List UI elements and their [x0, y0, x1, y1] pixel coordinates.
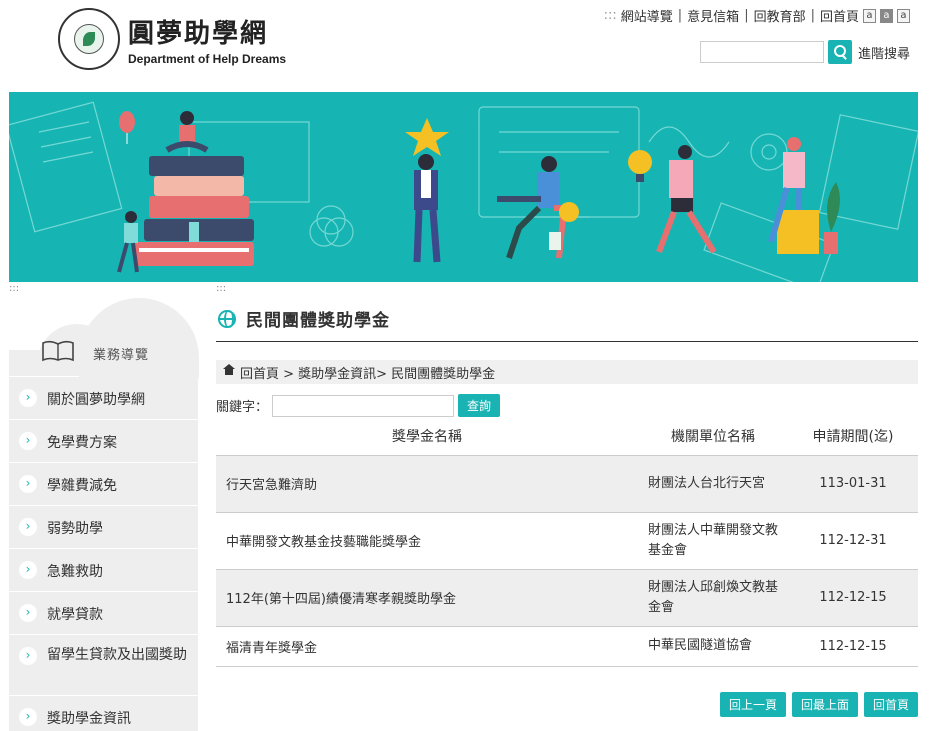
scholarship-name-link[interactable]: 行天宮急難濟助 — [216, 454, 638, 512]
chevron-right-icon: › — [19, 708, 37, 726]
table-row[interactable]: 福清青年獎學金 中華民國隧道協會 112-12-15 — [216, 625, 918, 667]
scholarship-name-link[interactable]: 福清青年獎學金 — [216, 625, 638, 667]
scholarship-name-link[interactable]: 112年(第十四屆)績優清寒孝親獎助學金 — [216, 568, 638, 626]
chevron-right-icon: › — [19, 389, 37, 407]
column-header-org: 機關單位名稱 — [671, 428, 755, 445]
chevron-right-icon: › — [19, 475, 37, 493]
sidebar-item-label: 就學貸款 — [47, 607, 103, 623]
chevron-right-icon: › — [19, 604, 37, 622]
column-header-name: 獎學金名稱 — [392, 428, 462, 445]
banner-illustration — [9, 101, 918, 282]
site-subtitle: Department of Help Dreams — [128, 51, 287, 66]
sidebar-item-about[interactable]: › 關於圓夢助學網 — [9, 376, 198, 419]
deadline-date: 113-01-31 — [788, 454, 918, 512]
sidebar-item-overseas-loans[interactable]: › 留學生貸款及出國獎助 — [9, 634, 198, 695]
org-name: 中華民國隧道協會 — [638, 625, 788, 667]
sidebar-item-scholarship-info[interactable]: › 獎助學金資訊 — [9, 695, 198, 731]
sidebar-item-label: 弱勢助學 — [47, 521, 103, 537]
home-button[interactable]: 回首頁 — [863, 692, 918, 717]
search-input[interactable] — [699, 41, 824, 63]
accesskey-left[interactable]: ::: — [9, 283, 19, 294]
home-icon[interactable] — [223, 363, 235, 377]
accesskey-main[interactable]: ::: — [216, 283, 226, 294]
keyword-search: 關鍵字： 查詢 — [216, 394, 918, 417]
main-content: 民間團體獎助學金 回首頁 > 獎助學金資訊> 民間團體獎助學金 關鍵字： 查詢 … — [216, 296, 918, 717]
deadline-date: 112-12-15 — [788, 625, 918, 667]
font-size-large[interactable]: a — [897, 8, 910, 23]
scholarship-table: 獎學金名稱 機關單位名稱 申請期間(迄) 行天宮急難濟助 財團法人台北行天宮 1… — [216, 417, 918, 667]
site-title: 圓夢助學網 — [128, 18, 269, 49]
chevron-right-icon: › — [19, 432, 37, 450]
table-row[interactable]: 112年(第十四屆)績優清寒孝親獎助學金 財團法人邱創煥文教基金會 112-12… — [216, 568, 918, 626]
site-search: 進階搜尋 — [699, 40, 910, 64]
sidebar-item-fee-reduction[interactable]: › 學雜費減免 — [9, 462, 198, 505]
link-moe[interactable]: 回教育部 — [754, 6, 806, 25]
deadline-date: 112-12-15 — [788, 568, 918, 626]
site-header: 圓夢助學網 Department of Help Dreams ::: 網站導覽… — [0, 0, 930, 92]
sidebar-item-label: 留學生貸款及出國獎助 — [47, 647, 187, 663]
breadcrumb-text[interactable]: 回首頁 > 獎助學金資訊> 民間團體獎助學金 — [240, 363, 495, 382]
font-size-small[interactable]: a — [863, 8, 876, 23]
sidebar-header: 業務導覽 — [9, 296, 199, 378]
column-header-date: 申請期間(迄) — [812, 428, 894, 445]
chevron-right-icon: › — [19, 561, 37, 579]
sidebar-item-label: 免學費方案 — [47, 435, 117, 451]
scholarship-name-link[interactable]: 中華開發文教基金技藝職能獎學金 — [216, 511, 638, 569]
advanced-search-link[interactable]: 進階搜尋 — [858, 43, 910, 62]
link-sitemap[interactable]: 網站導覽 — [621, 6, 673, 25]
top-button[interactable]: 回最上面 — [791, 692, 858, 717]
org-name: 財團法人邱創煥文教基金會 — [638, 568, 788, 626]
deadline-date: 112-12-31 — [788, 511, 918, 569]
font-size-medium[interactable]: a — [880, 8, 893, 23]
pager: 回上一頁 回最上面 回首頁 — [714, 692, 918, 717]
search-icon[interactable] — [827, 40, 852, 64]
page-title: 民間團體獎助學金 — [246, 311, 390, 331]
keyword-input[interactable] — [272, 394, 455, 417]
sidebar-item-emergency-relief[interactable]: › 急難救助 — [9, 548, 198, 591]
sidebar-item-label: 關於圓夢助學網 — [47, 392, 145, 408]
hero-banner — [9, 92, 918, 282]
sidebar-item-disadvantaged-aid[interactable]: › 弱勢助學 — [9, 505, 198, 548]
top-links: ::: 網站導覽 | 意見信箱 | 回教育部 | 回首頁 a a a — [604, 6, 910, 25]
table-row[interactable]: 中華開發文教基金技藝職能獎學金 財團法人中華開發文教基金會 112-12-31 — [216, 511, 918, 569]
sidebar-item-label: 急難救助 — [47, 564, 103, 580]
chevron-right-icon: › — [19, 518, 37, 536]
org-name: 財團法人台北行天宮 — [638, 454, 788, 512]
sidebar-title: 業務導覽 — [93, 348, 150, 363]
chevron-right-icon: › — [19, 647, 37, 665]
globe-icon — [218, 309, 236, 328]
ministry-seal-icon — [58, 8, 120, 70]
sidebar-item-student-loans[interactable]: › 就學貸款 — [9, 591, 198, 634]
accesskey-top[interactable]: ::: — [604, 8, 617, 23]
breadcrumb: 回首頁 > 獎助學金資訊> 民間團體獎助學金 — [216, 360, 918, 384]
org-name: 財團法人中華開發文教基金會 — [638, 511, 788, 569]
link-home[interactable]: 回首頁 — [820, 6, 859, 25]
back-button[interactable]: 回上一頁 — [719, 692, 786, 717]
query-button[interactable]: 查詢 — [458, 394, 501, 417]
table-row[interactable]: 行天宮急難濟助 財團法人台北行天宮 113-01-31 — [216, 454, 918, 512]
sidebar: 業務導覽 › 關於圓夢助學網 › 免學費方案 › 學雜費減免 › 弱勢助學 › … — [9, 296, 199, 731]
site-logo[interactable]: 圓夢助學網 Department of Help Dreams — [58, 8, 286, 70]
sidebar-item-label: 獎助學金資訊 — [47, 711, 131, 727]
sidebar-item-label: 學雜費減免 — [47, 478, 117, 494]
sidebar-item-tuition-free[interactable]: › 免學費方案 — [9, 419, 198, 462]
open-book-icon — [42, 340, 74, 362]
page-title-bar: 民間團體獎助學金 — [216, 296, 918, 342]
keyword-label: 關鍵字： — [216, 400, 269, 415]
link-feedback[interactable]: 意見信箱 — [687, 6, 739, 25]
